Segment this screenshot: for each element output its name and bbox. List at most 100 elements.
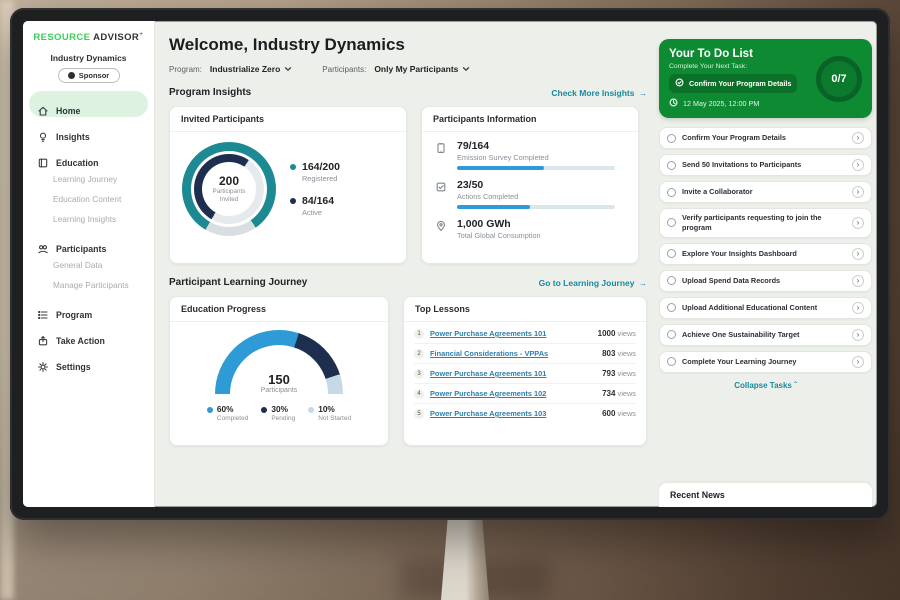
chevron-right-icon[interactable]: › xyxy=(852,356,864,368)
sidebar-item-label: Manage Participants xyxy=(53,280,129,290)
card-title: Top Lessons xyxy=(404,297,646,322)
program-icon xyxy=(37,309,49,321)
task-item-achieve-target[interactable]: Achieve One Sustainability Target › xyxy=(659,324,872,346)
sidebar-item-learning-journey[interactable]: Learning Journey xyxy=(23,169,154,189)
sidebar-nav: Home Insights Education Learning Journey xyxy=(23,91,154,373)
lesson-row: 5 Power Purchase Agreements 103 600 view… xyxy=(414,404,636,423)
page-title: Welcome, Industry Dynamics xyxy=(169,35,647,55)
chevron-right-icon[interactable]: › xyxy=(852,275,864,287)
task-item-upload-educational-content[interactable]: Upload Additional Educational Content › xyxy=(659,297,872,319)
participants-select[interactable]: Only My Participants xyxy=(374,64,470,74)
sidebar-item-label: Settings xyxy=(56,362,91,372)
todo-title: Your To Do List xyxy=(669,48,797,60)
sidebar-item-participants[interactable]: Participants xyxy=(23,229,154,255)
task-checkbox[interactable] xyxy=(667,161,676,170)
lesson-link[interactable]: Power Purchase Agreements 101 xyxy=(430,329,592,338)
sidebar-item-education-content[interactable]: Education Content xyxy=(23,189,154,209)
legend-active: 84/164 Active xyxy=(290,195,340,217)
lesson-views: 793 views xyxy=(602,369,636,378)
lesson-rank: 4 xyxy=(414,389,424,399)
chevron-right-icon[interactable]: › xyxy=(852,248,864,260)
stat-label: Actions Completed xyxy=(457,192,615,201)
teal-dot-icon xyxy=(290,164,296,170)
lesson-link[interactable]: Power Purchase Agreements 102 xyxy=(430,389,596,398)
legend-pending: 30% Pending xyxy=(261,404,295,422)
settings-icon xyxy=(37,361,49,373)
sidebar-item-insights[interactable]: Insights xyxy=(23,117,154,143)
legend-completed: 60% Completed xyxy=(207,404,248,422)
sidebar-item-label: General Data xyxy=(53,260,102,270)
task-item-verify-participants[interactable]: Verify participants requesting to join t… xyxy=(659,208,872,238)
task-checkbox[interactable] xyxy=(667,249,676,258)
checklist-icon xyxy=(435,179,448,209)
home-icon xyxy=(37,105,49,117)
task-item-complete-learning-journey[interactable]: Complete Your Learning Journey › xyxy=(659,351,872,373)
todo-next-task[interactable]: Confirm Your Program Details xyxy=(669,74,797,93)
stat-label: Emission Survey Completed xyxy=(457,153,615,162)
sidebar-item-general-data[interactable]: General Data xyxy=(23,255,154,275)
chevron-right-icon[interactable]: › xyxy=(852,217,864,229)
go-to-learning-journey-link[interactable]: Go to Learning Journey → xyxy=(539,278,647,288)
education-progress-gauge: 150 Participants xyxy=(215,330,343,394)
clock-icon xyxy=(669,98,678,109)
gauge-center-value: 150 xyxy=(215,372,343,387)
take-action-icon xyxy=(37,335,49,347)
task-item-invite-collaborator[interactable]: Invite a Collaborator › xyxy=(659,181,872,203)
task-checkbox[interactable] xyxy=(667,134,676,143)
todo-progress-value: 0/7 xyxy=(831,73,846,85)
task-item-upload-spend-data[interactable]: Upload Spend Data Records › xyxy=(659,270,872,292)
task-checkbox[interactable] xyxy=(667,303,676,312)
sidebar-item-education[interactable]: Education xyxy=(23,143,154,169)
lesson-link[interactable]: Power Purchase Agreements 101 xyxy=(430,369,596,378)
card-title: Education Progress xyxy=(170,297,388,322)
task-item-explore-insights[interactable]: Explore Your Insights Dashboard › xyxy=(659,243,872,265)
donut-center-value: 200 xyxy=(219,174,239,188)
lesson-views: 600 views xyxy=(602,409,636,418)
stat-value: 1,000 GWh xyxy=(457,218,541,230)
chevron-right-icon[interactable]: › xyxy=(852,329,864,341)
task-checkbox[interactable] xyxy=(667,357,676,366)
gauge-legend: 60% Completed 30% Pending xyxy=(197,394,361,422)
lesson-rank: 5 xyxy=(414,409,424,419)
logo-resource: RESOURCE xyxy=(33,32,90,43)
stat-value: 23/50 xyxy=(457,179,615,191)
logo-plus: + xyxy=(139,31,144,38)
lesson-link[interactable]: Power Purchase Agreements 103 xyxy=(430,409,596,418)
active-label: Active xyxy=(302,208,334,217)
sidebar-item-program[interactable]: Program xyxy=(23,295,154,321)
sidebar-item-label: Take Action xyxy=(56,336,105,346)
task-item-confirm-program[interactable]: Confirm Your Program Details › xyxy=(659,127,872,149)
chevron-right-icon[interactable]: › xyxy=(852,302,864,314)
arrow-right-icon: → xyxy=(639,278,648,288)
lesson-rank: 1 xyxy=(414,329,424,339)
lesson-views: 1000 views xyxy=(598,329,636,338)
sidebar-item-label: Education xyxy=(56,158,99,168)
chevron-right-icon[interactable]: › xyxy=(852,132,864,144)
task-checkbox[interactable] xyxy=(667,188,676,197)
invited-participants-donut: 200 Participants Invited xyxy=(182,142,276,236)
program-select[interactable]: Industrialize Zero xyxy=(210,64,292,74)
sidebar: RESOURCE ADVISOR+ Industry Dynamics Spon… xyxy=(23,21,155,507)
task-checkbox[interactable] xyxy=(667,330,676,339)
lesson-link[interactable]: Financial Considerations - VPPAs xyxy=(430,349,596,358)
main-content: Welcome, Industry Dynamics Program: Indu… xyxy=(155,21,659,507)
participants-select-value: Only My Participants xyxy=(374,64,458,74)
todo-card: Your To Do List Complete Your Next Task:… xyxy=(659,39,872,118)
lesson-views: 803 views xyxy=(602,349,636,358)
todo-progress-ring: 0/7 xyxy=(816,56,862,102)
chevron-right-icon[interactable]: › xyxy=(852,159,864,171)
task-checkbox[interactable] xyxy=(667,218,676,227)
sidebar-item-learning-insights[interactable]: Learning Insights xyxy=(23,209,154,229)
sidebar-item-home[interactable]: Home xyxy=(29,91,148,117)
collapse-tasks-link[interactable]: Collapse Tasks ˆ xyxy=(659,381,872,390)
sidebar-item-label: Learning Insights xyxy=(53,214,116,224)
chevron-right-icon[interactable]: › xyxy=(852,186,864,198)
sidebar-item-manage-participants[interactable]: Manage Participants xyxy=(23,275,154,295)
sidebar-item-take-action[interactable]: Take Action xyxy=(23,321,154,347)
registered-value: 164/200 xyxy=(302,161,340,173)
task-checkbox[interactable] xyxy=(667,276,676,285)
check-more-insights-link[interactable]: Check More Insights → xyxy=(551,88,647,98)
sidebar-item-settings[interactable]: Settings xyxy=(23,347,154,373)
task-item-send-invitations[interactable]: Send 50 Invitations to Participants › xyxy=(659,154,872,176)
light-dot-icon xyxy=(308,407,314,413)
